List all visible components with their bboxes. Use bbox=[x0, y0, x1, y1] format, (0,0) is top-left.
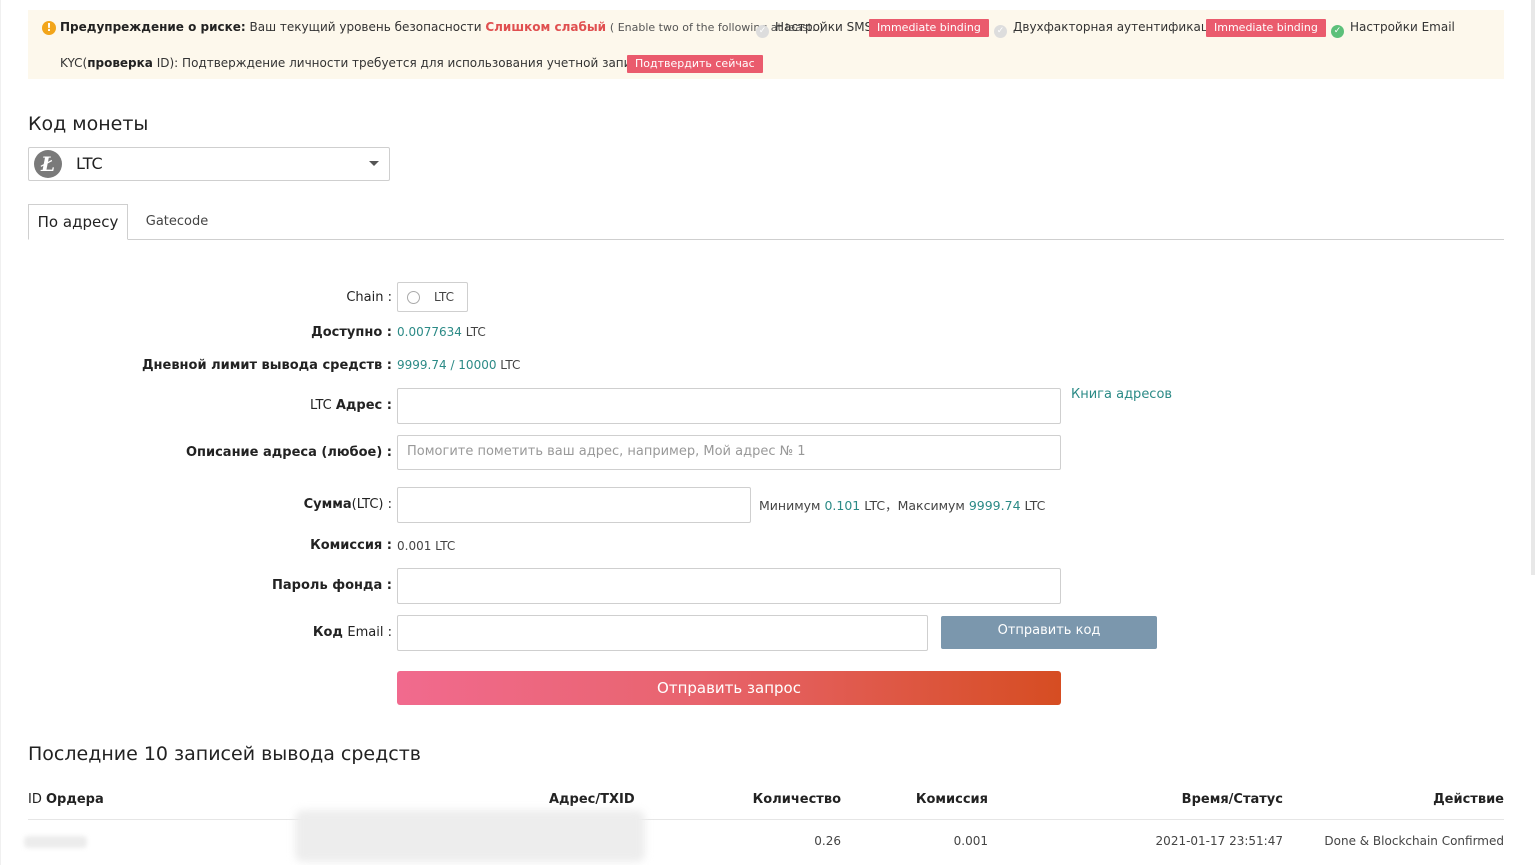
max-value: 9999.74 bbox=[968, 498, 1021, 513]
litecoin-icon: Ł bbox=[34, 150, 62, 178]
row-status: Done & Blockchain Confirmed bbox=[1324, 834, 1504, 848]
tabs-divider bbox=[28, 239, 1504, 240]
available-amount: 0.0077634 bbox=[397, 325, 462, 339]
email-label: Настройки Email bbox=[1350, 20, 1455, 34]
fund-password-input[interactable] bbox=[397, 568, 1061, 604]
warning-icon: ! bbox=[42, 21, 56, 35]
col-address: Адрес/TXID bbox=[549, 792, 635, 807]
chain-label: Chain : bbox=[346, 290, 392, 305]
daily-limit-label: Дневной лимит вывода средств : bbox=[141, 358, 392, 373]
order-id-redacted bbox=[24, 836, 87, 848]
check-icon: ✓ bbox=[1331, 25, 1344, 38]
scrollbar[interactable] bbox=[1531, 0, 1535, 575]
kyc-bold: проверка bbox=[87, 56, 153, 70]
email-code-label-bold: Код bbox=[312, 625, 348, 640]
amount-input[interactable] bbox=[397, 487, 751, 523]
address-input[interactable] bbox=[397, 388, 1061, 424]
table-header-divider bbox=[28, 819, 1504, 820]
email-code-label-text: Email : bbox=[347, 625, 392, 640]
col-quantity: Количество bbox=[752, 792, 841, 807]
address-redacted bbox=[295, 810, 645, 862]
row-time: 2021-01-17 23:51:47 bbox=[1155, 834, 1283, 848]
fee-value: 0.001 LTC bbox=[397, 539, 456, 553]
max-label: ，Максимум bbox=[885, 498, 969, 513]
fee-label: Комиссия : bbox=[310, 538, 392, 553]
check-icon: ✓ bbox=[994, 25, 1007, 38]
amount-range: Минимум 0.101 LTC，Максимум 9999.74 LTC bbox=[759, 495, 1045, 514]
check-icon: ✓ bbox=[756, 25, 769, 38]
sms-setting[interactable]: ✓ Настройки SMS bbox=[756, 20, 872, 38]
submit-request-button[interactable]: Отправить запрос bbox=[397, 671, 1061, 705]
fund-password-label: Пароль фонда : bbox=[272, 578, 392, 593]
min-label: Минимум bbox=[759, 498, 825, 513]
address-book-text: Книга адресов bbox=[1071, 387, 1173, 402]
coin-selected-value: LTC bbox=[76, 154, 103, 173]
col-order-id-pre: ID bbox=[28, 792, 46, 807]
address-label-prefix: LTC bbox=[310, 398, 336, 413]
available-label: Доступно : bbox=[311, 325, 392, 340]
chevron-down-icon bbox=[369, 161, 379, 166]
address-desc-label: Описание адреса (любое) : bbox=[185, 445, 392, 460]
daily-limit-unit: LTC bbox=[496, 358, 521, 372]
min-value: 0.101 bbox=[824, 498, 861, 513]
send-code-button[interactable]: Отправить код подтверждения bbox=[941, 616, 1157, 668]
chain-option-ltc[interactable]: LTC bbox=[397, 282, 468, 312]
address-label: LTC Адрес : bbox=[310, 398, 392, 413]
sms-label: Настройки SMS bbox=[775, 20, 873, 34]
twofa-label: Двухфакторная аутентификация bbox=[1013, 20, 1225, 34]
address-book-link[interactable]: Книга адресов bbox=[1071, 387, 1172, 402]
sms-binding-button[interactable]: Immediate binding bbox=[869, 19, 989, 37]
coin-code-title: Код монеты bbox=[28, 113, 149, 135]
email-code-input[interactable] bbox=[397, 615, 928, 651]
tab-gatecode[interactable]: Gatecode bbox=[135, 204, 219, 240]
email-setting[interactable]: ✓ Настройки Email bbox=[1331, 20, 1455, 38]
amount-label: Сумма(LTC) : bbox=[304, 497, 392, 512]
max-unit: LTC bbox=[1020, 498, 1046, 513]
col-order-id-text: Ордера bbox=[45, 792, 104, 807]
history-title: Последние 10 записей вывода средств bbox=[28, 743, 421, 765]
chain-value: LTC bbox=[434, 290, 455, 304]
row-fee: 0.001 bbox=[953, 834, 988, 848]
col-action: Действие bbox=[1433, 792, 1504, 807]
address-desc-input[interactable]: Помогите пометить ваш адрес, например, М… bbox=[397, 435, 1061, 470]
col-time-status: Время/Статус bbox=[1181, 792, 1283, 807]
available-value: 0.0077634 LTC bbox=[397, 325, 486, 339]
min-unit: LTC bbox=[860, 498, 886, 513]
verify-now-button[interactable]: Подтвердить сейчас bbox=[627, 55, 763, 73]
available-unit: LTC bbox=[461, 325, 486, 339]
risk-level: Слишком слабый bbox=[485, 20, 607, 34]
kyc-prefix: KYC( bbox=[60, 56, 88, 70]
radio-icon bbox=[407, 291, 420, 304]
col-fee: Комиссия bbox=[915, 792, 988, 807]
col-order-id: ID Ордера bbox=[28, 792, 104, 807]
tab-by-address[interactable]: По адресу bbox=[28, 204, 128, 240]
kyc-text: Подтверждение личности требуется для исп… bbox=[182, 56, 692, 70]
address-label-text: Адрес : bbox=[335, 398, 392, 413]
twofa-binding-button[interactable]: Immediate binding bbox=[1206, 19, 1326, 37]
page-edge bbox=[0, 0, 1, 865]
amount-label-text: Сумма bbox=[303, 497, 352, 512]
risk-current-level: Ваш текущий уровень безопасности bbox=[249, 20, 482, 34]
email-code-label: Код Email : bbox=[313, 625, 392, 640]
kyc-suffix: ID): bbox=[152, 56, 179, 70]
row-quantity: 0.26 bbox=[814, 834, 841, 848]
daily-limit-value: 9999.74 / 10000 LTC bbox=[397, 358, 520, 372]
daily-limit-amount: 9999.74 / 10000 bbox=[397, 358, 497, 372]
coin-select[interactable]: Ł LTC bbox=[28, 147, 390, 181]
risk-title: Предупреждение о риске: bbox=[60, 20, 246, 34]
twofa-setting[interactable]: ✓ Двухфакторная аутентификация bbox=[994, 20, 1224, 38]
risk-line: Предупреждение о риске: Ваш текущий уров… bbox=[60, 20, 823, 34]
kyc-line: KYC(проверка ID): Подтверждение личности… bbox=[60, 56, 691, 70]
amount-label-unit: (LTC) : bbox=[351, 497, 392, 512]
